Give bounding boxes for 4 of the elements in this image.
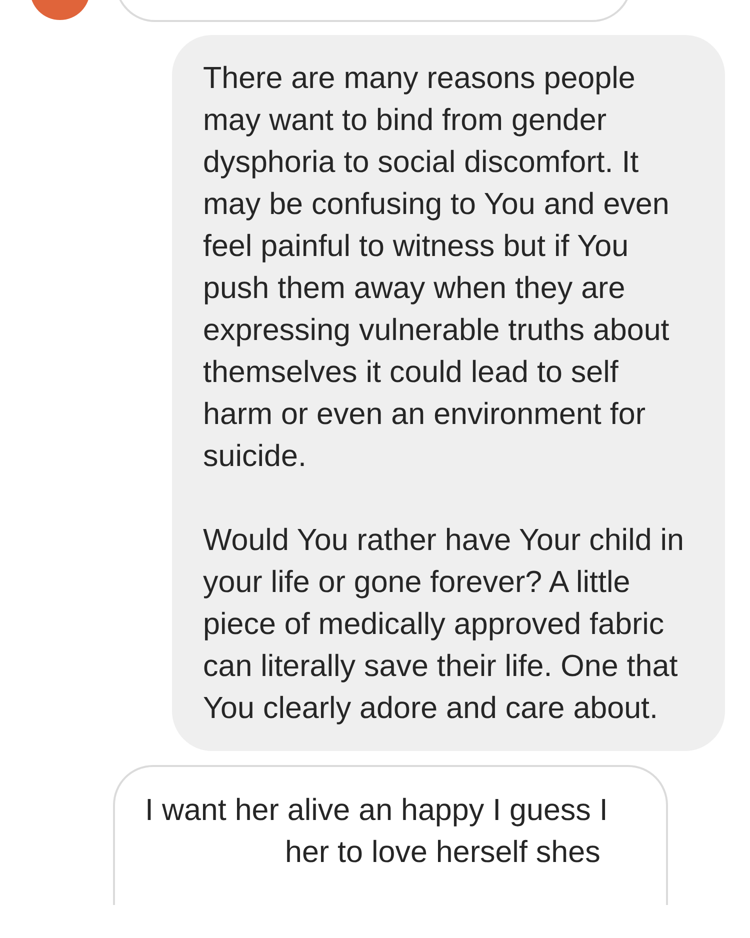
message-text: Would You rather have Your child in your life or gone forever? A little piece of medically approved fabric can literally save their life. One that You clearly adore and care about. [203,522,686,727]
message-text: There are many reasons people may want to bind from gender dysphoria to social discomfort. It may be confusing to You and even feel painful to witness but if You push them away when they are expressing vulnerable truths about themselves it could lead to self harm or even an environment for suicide. [203,60,670,475]
message-text: her to love herself shes [284,834,602,871]
message-text: I want her alive an happy I guess I [145,792,609,829]
